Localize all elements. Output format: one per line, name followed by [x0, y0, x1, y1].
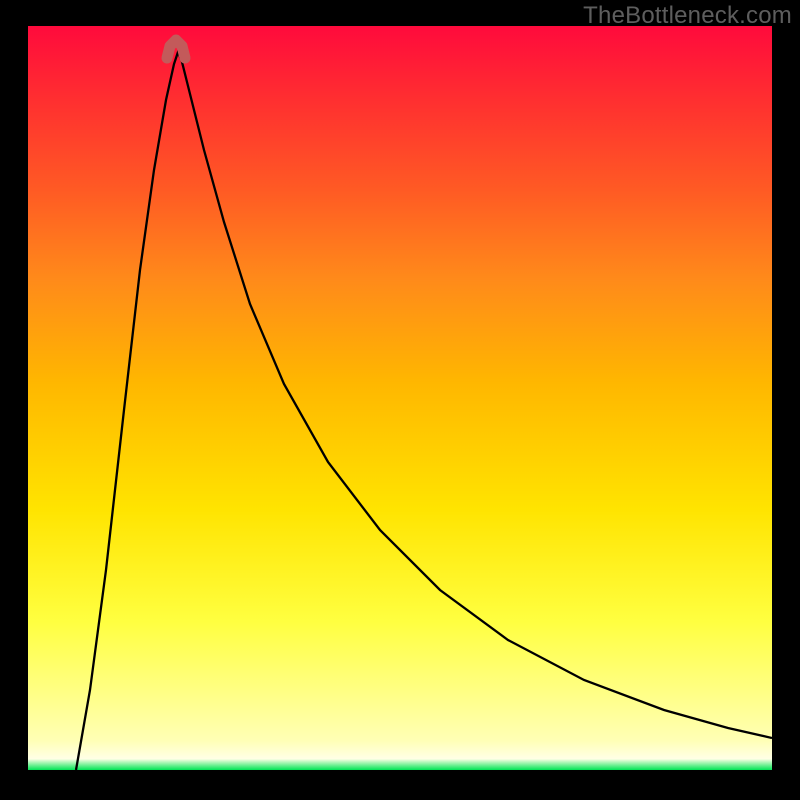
plot-area [28, 26, 772, 770]
curve-layer [28, 26, 772, 770]
chart-frame: TheBottleneck.com [0, 0, 800, 800]
bottleneck-curve [76, 52, 772, 770]
watermark-text: TheBottleneck.com [583, 2, 792, 30]
